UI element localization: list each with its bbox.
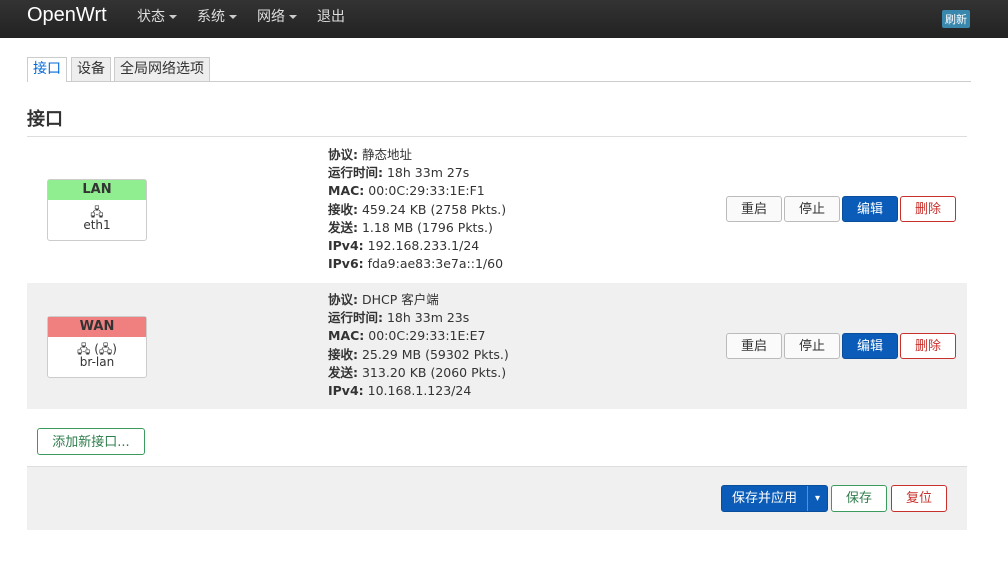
info-value: 192.168.233.1/24 [367,238,480,254]
delete-button[interactable]: 删除 [900,333,956,359]
refresh-badge[interactable]: 刷新 [942,10,970,28]
nav-status[interactable]: 状态 [137,0,177,38]
info-label: IPv4: [328,383,364,399]
info-value: 459.24 KB (2758 Pkts.) [361,201,507,217]
interface-name-wan: WAN [48,317,146,337]
interface-name-lan: LAN [48,180,146,200]
caret-down-icon [169,15,177,19]
nav-logout-label: 退出 [317,9,345,25]
info-label: 接收: [328,201,358,217]
nav-network-label: 网络 [257,9,285,25]
ethernet-port-icon: 🖧 [90,205,104,219]
interface-info-wan: 协议: DHCP 客户端 运行时间: 18h 33m 23s MAC: 00:0… [328,291,509,400]
info-value: 18h 33m 23s [386,310,470,326]
page-title: 接口 [27,109,63,130]
tab-global-options[interactable]: 全局网络选项 [114,57,210,81]
interface-device-wan: br-lan [79,355,115,369]
interface-badge-wan: WAN 🖧 (🖧) br-lan [47,316,147,378]
info-line: 发送: 313.20 KB (2060 Pkts.) [328,364,509,382]
tab-devices[interactable]: 设备 [71,57,111,81]
interface-row-wan: WAN 🖧 (🖧) br-lan 协议: DHCP 客户端 运行时间: 18h … [27,283,967,409]
footer-actions: 保存并应用 ▾ 保存 复位 [27,466,967,530]
info-line: 接收: 459.24 KB (2758 Pkts.) [328,201,506,219]
caret-down-icon [229,15,237,19]
info-label: 协议: [328,147,358,162]
info-label: IPv6: [328,256,364,272]
stop-button[interactable]: 停止 [784,333,840,359]
info-line: MAC: 00:0C:29:33:1E:E7 [328,327,509,345]
tab-interfaces[interactable]: 接口 [27,57,67,82]
info-line: 发送: 1.18 MB (1796 Pkts.) [328,219,506,237]
info-value: 313.20 KB (2060 Pkts.) [361,364,507,380]
nav-status-label: 状态 [137,9,165,25]
interface-info-lan: 协议: 静态地址 运行时间: 18h 33m 27s MAC: 00:0C:29… [328,146,506,273]
reset-button[interactable]: 复位 [891,485,947,512]
save-apply-split-button: 保存并应用 ▾ [721,485,828,512]
info-value: 1.18 MB (1796 Pkts.) [361,219,493,235]
main-nav: 状态 系统 网络 退出 [137,0,365,38]
info-line: 协议: 静态地址 [328,146,506,164]
info-label: 发送: [328,364,358,380]
interface-row-lan: LAN 🖧 eth1 协议: 静态地址 运行时间: 18h 33m 27s MA… [27,137,967,282]
stop-button[interactable]: 停止 [784,196,840,222]
restart-button[interactable]: 重启 [726,333,782,359]
interface-device-lan: eth1 [83,218,111,232]
brand-logo[interactable]: OpenWrt [27,4,107,27]
info-value: 18h 33m 27s [386,165,470,181]
info-label: MAC: [328,183,365,199]
edit-button[interactable]: 编辑 [842,196,898,222]
nav-system[interactable]: 系统 [197,0,237,38]
top-navbar: OpenWrt 状态 系统 网络 退出 刷新 [0,0,1008,38]
info-label: 运行时间: [328,165,383,181]
info-line: 运行时间: 18h 33m 27s [328,164,506,182]
info-line: 协议: DHCP 客户端 [328,291,509,309]
add-interface-button[interactable]: 添加新接口... [37,428,145,455]
info-line: 接收: 25.29 MB (59302 Pkts.) [328,346,509,364]
info-line: IPv4: 10.168.1.123/24 [328,382,509,400]
caret-down-icon [289,15,297,19]
info-value: 25.29 MB (59302 Pkts.) [361,346,509,362]
info-value: DHCP 客户端 [361,292,439,307]
delete-button[interactable]: 删除 [900,196,956,222]
tab-bar: 接口 设备 全局网络选项 [27,57,971,82]
info-line: MAC: 00:0C:29:33:1E:F1 [328,182,506,200]
nav-logout[interactable]: 退出 [317,0,345,38]
info-value: 10.168.1.123/24 [367,383,472,399]
save-apply-button[interactable]: 保存并应用 [722,486,808,511]
info-label: 接收: [328,346,358,362]
info-value: 静态地址 [361,147,412,162]
info-label: IPv4: [328,238,364,254]
ethernet-port-icon: 🖧 (🖧) [77,342,117,356]
info-label: 运行时间: [328,310,383,326]
info-label: MAC: [328,328,365,344]
info-value: fda9:ae83:3e7a::1/60 [367,256,504,272]
edit-button[interactable]: 编辑 [842,333,898,359]
nav-network[interactable]: 网络 [257,0,297,38]
nav-system-label: 系统 [197,9,225,25]
info-value: 00:0C:29:33:1E:E7 [368,328,486,344]
interface-badge-lan: LAN 🖧 eth1 [47,179,147,241]
restart-button[interactable]: 重启 [726,196,782,222]
info-line: 运行时间: 18h 33m 23s [328,309,509,327]
info-value: 00:0C:29:33:1E:F1 [368,183,485,199]
info-label: 协议: [328,292,358,307]
info-line: IPv6: fda9:ae83:3e7a::1/60 [328,255,506,273]
info-line: IPv4: 192.168.233.1/24 [328,237,506,255]
save-button[interactable]: 保存 [831,485,887,512]
info-label: 发送: [328,219,358,235]
caret-down-icon[interactable]: ▾ [808,486,827,511]
